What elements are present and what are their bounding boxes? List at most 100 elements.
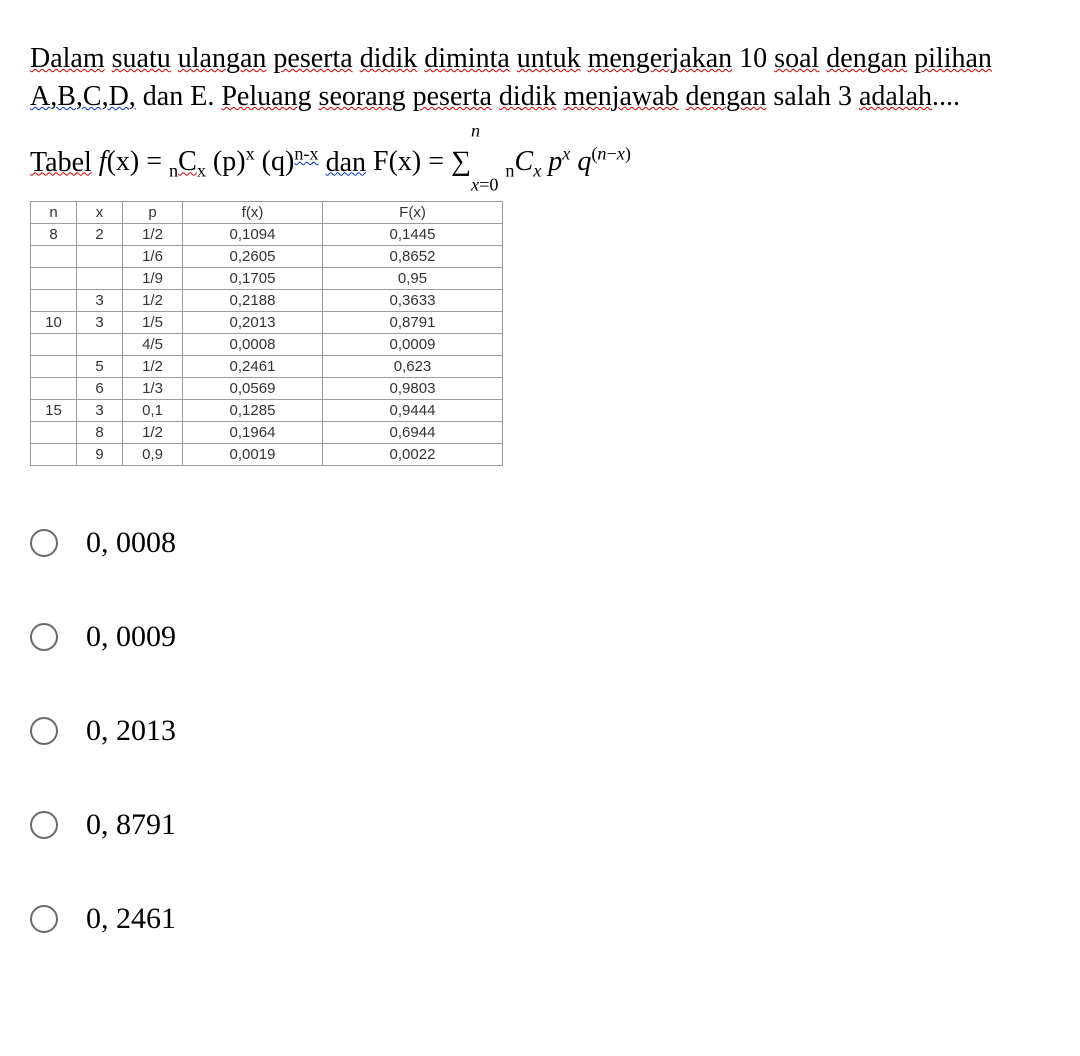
table-header-row: n x p f(x) F(x) (31, 202, 503, 224)
cell: 0,623 (323, 356, 503, 378)
word: A,B,C,D, (30, 81, 136, 112)
cell (31, 268, 77, 290)
option-label: 0, 2461 (86, 902, 176, 936)
cell: 10 (31, 312, 77, 334)
cell: 0,0009 (323, 334, 503, 356)
word: mengerjakan (588, 43, 733, 74)
cell: 3 (77, 400, 123, 422)
word: peserta (413, 81, 492, 112)
word: soal (774, 43, 819, 74)
radio-icon[interactable] (30, 529, 58, 557)
cell (31, 422, 77, 444)
cell: 0,2188 (183, 290, 323, 312)
word: Dalam (30, 43, 105, 74)
cell (31, 334, 77, 356)
radio-icon[interactable] (30, 623, 58, 651)
cell: 0,0569 (183, 378, 323, 400)
word: suatu (112, 43, 171, 74)
word: Peluang (221, 81, 311, 112)
option-b[interactable]: 0, 0009 (30, 620, 1050, 654)
cell (77, 268, 123, 290)
col-fx-header: f(x) (183, 202, 323, 224)
option-label: 0, 0008 (86, 526, 176, 560)
word: menjawab (563, 81, 678, 112)
cell: 1/3 (123, 378, 183, 400)
cell (31, 290, 77, 312)
word: dengan (686, 81, 767, 112)
cell: 4/5 (123, 334, 183, 356)
cell: 8 (77, 422, 123, 444)
answer-options: 0, 0008 0, 0009 0, 2013 0, 8791 0, 2461 (30, 526, 1050, 936)
table-row: 5 1/2 0,2461 0,623 (31, 356, 503, 378)
cell (31, 356, 77, 378)
word: untuk (517, 43, 581, 74)
formula-Fx: F(x) = ∑nx=0 nCx px q(n−x) (373, 146, 631, 177)
cell: 0,3633 (323, 290, 503, 312)
question-text: Dalam suatu ulangan peserta didik dimint… (30, 40, 1050, 116)
radio-icon[interactable] (30, 811, 58, 839)
table-row: 8 2 1/2 0,1094 0,1445 (31, 224, 503, 246)
question-page: Dalam suatu ulangan peserta didik dimint… (0, 0, 1080, 1056)
cell: 8 (31, 224, 77, 246)
cell: 2 (77, 224, 123, 246)
cell: 0,0022 (323, 444, 503, 466)
cell: 5 (77, 356, 123, 378)
cell: 0,8791 (323, 312, 503, 334)
table-row: 10 3 1/5 0,2013 0,8791 (31, 312, 503, 334)
option-label: 0, 2013 (86, 714, 176, 748)
option-d[interactable]: 0, 8791 (30, 808, 1050, 842)
word: didik (360, 43, 418, 74)
cell: 0,9803 (323, 378, 503, 400)
radio-icon[interactable] (30, 717, 58, 745)
option-label: 0, 8791 (86, 808, 176, 842)
table-row: 3 1/2 0,2188 0,3633 (31, 290, 503, 312)
cell: 0,9444 (323, 400, 503, 422)
table-row: 1/6 0,2605 0,8652 (31, 246, 503, 268)
word: .... (932, 81, 960, 112)
cell: 6 (77, 378, 123, 400)
col-Fx-header: F(x) (323, 202, 503, 224)
cell: 1/2 (123, 422, 183, 444)
word: seorang (319, 81, 406, 112)
col-p-header: p (123, 202, 183, 224)
cell: 1/6 (123, 246, 183, 268)
cell: 15 (31, 400, 77, 422)
cell: 0,2605 (183, 246, 323, 268)
cell: 0,6944 (323, 422, 503, 444)
word: dengan (826, 43, 907, 74)
option-a[interactable]: 0, 0008 (30, 526, 1050, 560)
cell: 0,0008 (183, 334, 323, 356)
data-table: n x p f(x) F(x) 8 2 1/2 0,1094 0,1445 1/… (30, 201, 503, 466)
cell (31, 246, 77, 268)
table-row: 4/5 0,0008 0,0009 (31, 334, 503, 356)
table-row: 8 1/2 0,1964 0,6944 (31, 422, 503, 444)
table-body: 8 2 1/2 0,1094 0,1445 1/6 0,2605 0,8652 … (31, 224, 503, 466)
option-label: 0, 0009 (86, 620, 176, 654)
cell: 0,0019 (183, 444, 323, 466)
table-row: 6 1/3 0,0569 0,9803 (31, 378, 503, 400)
formula-line: Tabel f(x) = nCx (p)x (q)n-x dan F(x) = … (30, 120, 1050, 196)
word: diminta (424, 43, 510, 74)
word: 10 (739, 43, 767, 74)
formula-mid: dan (326, 146, 366, 177)
word: dan E. (143, 81, 215, 112)
word: adalah (859, 81, 932, 112)
option-e[interactable]: 0, 2461 (30, 902, 1050, 936)
word: salah 3 (773, 81, 852, 112)
option-c[interactable]: 0, 2013 (30, 714, 1050, 748)
radio-icon[interactable] (30, 905, 58, 933)
cell: 0,1445 (323, 224, 503, 246)
col-n-header: n (31, 202, 77, 224)
word: ulangan (178, 43, 267, 74)
cell (31, 378, 77, 400)
cell: 9 (77, 444, 123, 466)
formula-lead: Tabel (30, 146, 92, 177)
col-x-header: x (77, 202, 123, 224)
cell (31, 444, 77, 466)
cell: 1/2 (123, 224, 183, 246)
cell: 0,8652 (323, 246, 503, 268)
word: pilihan (914, 43, 992, 74)
cell: 3 (77, 290, 123, 312)
formula-fx: f(x) = nCx (p)x (q)n-x (99, 146, 326, 177)
cell: 0,1285 (183, 400, 323, 422)
